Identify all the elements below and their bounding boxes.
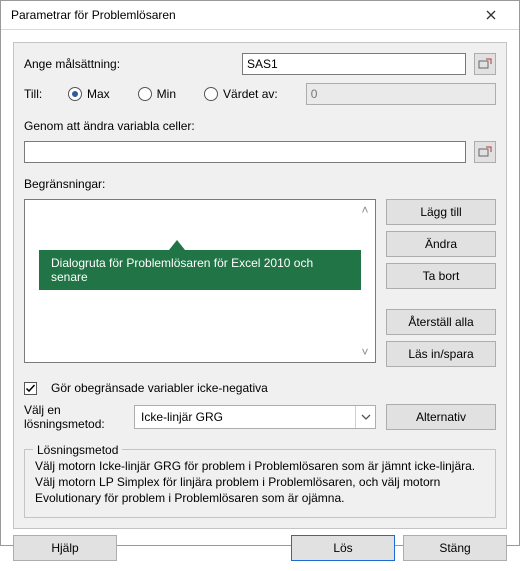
radio-value-of-indicator [204,87,218,101]
scroll-up-icon: ˄ [357,202,373,218]
tooltip-pointer-icon [169,240,185,250]
objective-row: Ange målsättning: SAS1 [24,53,496,75]
set-objective-label: Ange målsättning: [24,57,234,71]
add-button[interactable]: Lägg till [386,199,496,225]
change-button[interactable]: Ändra [386,231,496,257]
dialog-content: Ange målsättning: SAS1 Till: Max [1,30,519,571]
radio-value-of[interactable]: Värdet av: [204,87,278,101]
reset-all-button[interactable]: Återställ alla [386,309,496,335]
method-label: Välj en lösningsmetod: [24,403,124,431]
to-row: Till: Max Min Värdet av: 0 [24,83,496,105]
tooltip-text: Dialogruta för Problemlösaren för Excel … [39,250,361,290]
groupbox-text: Välj motorn Icke-linjär GRG för problem … [35,458,485,507]
solve-button[interactable]: Lös [291,535,395,561]
dialog-footer: Hjälp Lös Stäng [13,535,507,563]
method-row: Välj en lösningsmetod: Icke-linjär GRG A… [24,403,496,431]
constraints-listbox[interactable]: ˄ ˅ Dialogruta för Problemlösaren för Ex… [24,199,376,363]
value-of-input[interactable]: 0 [306,83,496,105]
objective-input[interactable]: SAS1 [242,53,466,75]
options-button[interactable]: Alternativ [386,404,496,430]
inner-panel: Ange målsättning: SAS1 Till: Max [13,42,507,529]
constraints-area: ˄ ˅ Dialogruta för Problemlösaren för Ex… [24,199,496,367]
radio-max[interactable]: Max [68,87,110,101]
constraints-buttons: Lägg till Ändra Ta bort Återställ alla L… [386,199,496,367]
help-button[interactable]: Hjälp [13,535,117,561]
radio-max-label: Max [87,87,110,101]
by-changing-input[interactable] [24,141,466,163]
unbounded-row: Gör obegränsade variabler icke-negativa [24,381,496,395]
overlay-tooltip: Dialogruta för Problemlösaren för Excel … [39,240,361,290]
radio-min[interactable]: Min [138,87,176,101]
close-icon[interactable] [471,1,511,29]
unbounded-label: Gör obegränsade variabler icke-negativa [51,381,268,395]
value-of-value: 0 [311,87,318,101]
method-description-groupbox: Lösningsmetod Välj motorn Icke-linjär GR… [24,449,496,518]
radio-min-indicator [138,87,152,101]
method-label-line1: Välj en [24,403,124,417]
radio-min-label: Min [157,87,176,101]
close-button[interactable]: Stäng [403,535,507,561]
range-picker-changing-button[interactable] [474,141,496,163]
radio-value-of-label: Värdet av: [223,87,278,101]
titlebar: Parametrar för Problemlösaren [1,1,519,30]
solver-parameters-dialog: Parametrar för Problemlösaren Ange målsä… [0,0,520,546]
method-select[interactable]: Icke-linjär GRG [134,405,376,429]
constraints-left: ˄ ˅ Dialogruta för Problemlösaren för Ex… [24,199,376,363]
unbounded-checkbox[interactable] [24,382,37,395]
objective-value: SAS1 [247,57,278,71]
by-changing-row [24,141,496,163]
groupbox-title: Lösningsmetod [33,442,122,458]
method-selected-value: Icke-linjär GRG [141,410,223,424]
by-changing-label: Genom att ändra variabla celler: [24,119,496,133]
radio-max-indicator [68,87,82,101]
range-picker-objective-button[interactable] [474,53,496,75]
method-label-line2: lösningsmetod: [24,417,124,431]
delete-button[interactable]: Ta bort [386,263,496,289]
to-label: Till: [24,87,54,101]
chevron-down-icon [355,406,375,428]
load-save-button[interactable]: Läs in/spara [386,341,496,367]
scroll-down-icon: ˅ [357,344,373,360]
constraints-label: Begränsningar: [24,177,496,191]
window-title: Parametrar för Problemlösaren [11,8,471,22]
